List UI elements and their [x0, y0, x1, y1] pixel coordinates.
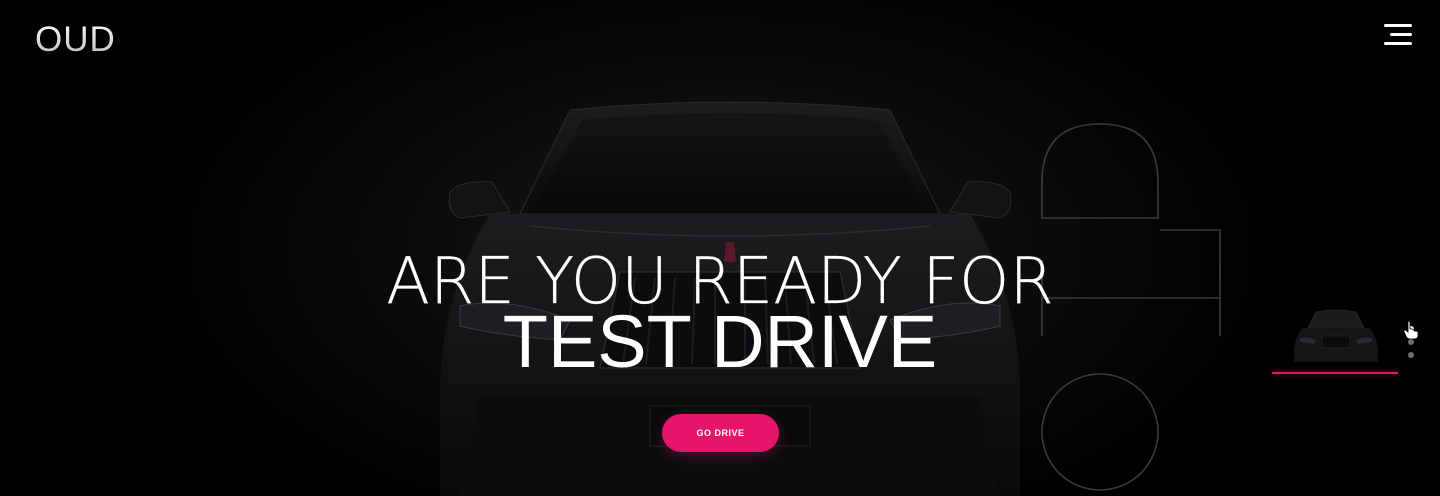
pointer-cursor-icon	[1403, 320, 1419, 340]
slide-progress-bar	[1272, 372, 1398, 374]
hero-section: OUD ARE YOU READY FOR TEST DRIVE GO DRIV…	[0, 0, 1440, 496]
hamburger-menu-icon[interactable]	[1382, 24, 1412, 48]
brand-logo[interactable]: OUD	[35, 20, 116, 60]
go-drive-button[interactable]: GO DRIVE	[662, 414, 779, 452]
slide-thumbnail[interactable]	[1272, 300, 1400, 376]
menu-line	[1390, 33, 1412, 36]
headline-line-2: TEST DRIVE	[502, 300, 938, 383]
thumbnail-car-icon	[1272, 300, 1400, 370]
slider-dot-3[interactable]	[1408, 352, 1414, 358]
menu-line	[1384, 42, 1412, 45]
menu-line	[1384, 24, 1412, 27]
